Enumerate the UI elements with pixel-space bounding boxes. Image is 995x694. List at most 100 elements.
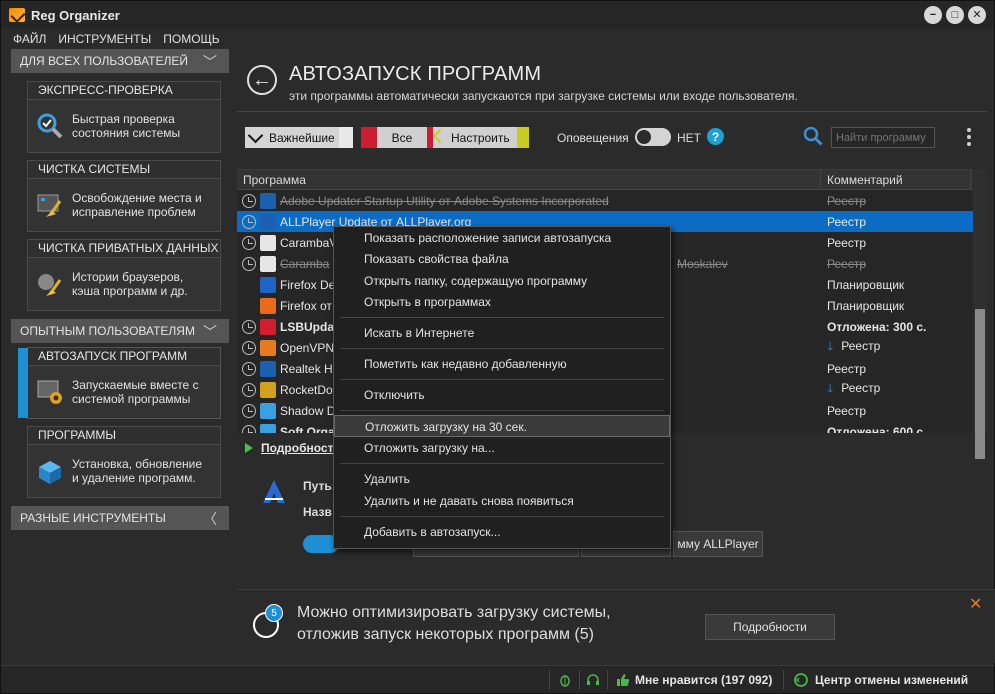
column-comment[interactable]: Комментарий	[821, 170, 971, 189]
comment-text: Реестр	[827, 214, 866, 229]
ctx-mark-recent[interactable]: Пометить как недавно добавленную	[334, 353, 670, 375]
comment-text: Отложена: 600 с.	[827, 424, 927, 434]
program-comment: Отложена: 300 с.	[827, 320, 926, 334]
sidebar-card-programs[interactable]: ПРОГРАММЫ Установка, обновление и удален…	[27, 426, 221, 498]
name-label: Назв	[303, 505, 332, 519]
clock-icon	[242, 340, 256, 355]
ctx-delete-permanently[interactable]: Удалить и не давать снова появиться	[334, 490, 670, 512]
filter-important-button[interactable]: Важнейшие	[245, 127, 353, 148]
notice-details-button[interactable]: Подробности	[705, 614, 835, 640]
ctx-delay-30[interactable]: Отложить загрузку на 30 сек.	[334, 415, 670, 437]
clock-icon	[242, 235, 256, 250]
table-row[interactable]: Adobe Updater Startup Utility от Adobe S…	[237, 190, 987, 211]
clock-icon	[242, 403, 256, 418]
filter-toolbar: Важнейшие Все Настроить Оповещения НЕТ ?	[245, 125, 985, 149]
program-icon	[260, 192, 276, 209]
menu-bar: ФАЙЛ ИНСТРУМЕНТЫ ПОМОЩЬ	[1, 29, 994, 49]
like-button[interactable]: Мне нравится (197 092)	[615, 672, 772, 688]
ctx-show-autorun-location[interactable]: Показать расположение записи автозапуска	[334, 227, 670, 249]
notifications-state: НЕТ	[677, 131, 701, 145]
ctx-open-in-programs[interactable]: Открыть в программах	[334, 291, 670, 313]
close-icon[interactable]: ✕	[969, 594, 982, 614]
column-program[interactable]: Программа	[237, 170, 821, 189]
card-desc-line1: Истории браузеров,	[72, 270, 184, 284]
section-expert-users[interactable]: ОПЫТНЫМ ПОЛЬЗОВАТЕЛЯМ ﹀	[11, 319, 229, 343]
clock-icon	[242, 382, 256, 397]
sidebar-card-express-check[interactable]: ЭКСПРЕСС-ПРОВЕРКА Быстрая проверка состо…	[27, 81, 221, 153]
section-expert-users-label: ОПЫТНЫМ ПОЛЬЗОВАТЕЛЯМ	[20, 324, 195, 338]
comment-text: Реестр	[841, 339, 881, 353]
card-title: АВТОЗАПУСК ПРОГРАММ	[28, 348, 220, 366]
program-icon	[260, 402, 276, 419]
sidebar-card-privacy-cleanup[interactable]: ЧИСТКА ПРИВАТНЫХ ДАННЫХ Истории браузеро…	[27, 239, 221, 311]
menu-file[interactable]: ФАЙЛ	[13, 32, 46, 46]
broom-icon	[36, 191, 64, 219]
maximize-button[interactable]: □	[946, 6, 964, 24]
count-badge: 5	[265, 604, 283, 622]
scroll-thumb[interactable]	[975, 309, 985, 459]
clock-icon	[242, 256, 256, 271]
program-name-tail: Moskalev	[677, 256, 728, 271]
notice-line1: Можно оптимизировать загрузку системы,	[297, 604, 611, 621]
ctx-separator	[340, 516, 664, 517]
details-tab[interactable]: Подробност	[245, 441, 333, 455]
table-scrollbar[interactable]	[973, 169, 987, 459]
comment-text: Планировщик	[827, 298, 905, 313]
clock-icon	[242, 424, 256, 433]
ctx-separator	[340, 317, 664, 318]
filter-all-button[interactable]: Все	[361, 127, 437, 148]
ctx-search-internet[interactable]: Искать в Интернете	[334, 322, 670, 344]
separator	[607, 670, 608, 690]
separator	[549, 670, 550, 690]
program-comment: Реестр	[827, 404, 866, 418]
package-icon	[36, 457, 64, 485]
ctx-open-folder[interactable]: Открыть папку, содержащую программу	[334, 270, 670, 292]
program-name: Adobe Updater Startup Utility от Adobe S…	[280, 193, 609, 208]
ctx-add-autorun[interactable]: Добавить в автозапуск...	[334, 521, 670, 543]
comment-text: Реестр	[827, 193, 866, 208]
ctx-show-file-properties[interactable]: Показать свойства файла	[334, 248, 670, 270]
program-comment: Реестр	[827, 362, 866, 376]
ctx-delete[interactable]: Удалить	[334, 468, 670, 490]
arrow-down-icon: 🡓	[827, 381, 834, 395]
sidebar-card-autorun[interactable]: АВТОЗАПУСК ПРОГРАММ Запускаемые вместе с…	[18, 347, 221, 419]
program-icon	[260, 213, 276, 230]
menu-tools[interactable]: ИНСТРУМЕНТЫ	[58, 32, 151, 46]
program-icon	[260, 423, 276, 433]
ctx-disable[interactable]: Отключить	[334, 384, 670, 406]
path-label: Путь:	[303, 479, 336, 493]
minimize-button[interactable]: −	[924, 6, 942, 24]
sidebar: ДЛЯ ВСЕХ ПОЛЬЗОВАТЕЛЕЙ ﹀ ЭКСПРЕСС-ПРОВЕР…	[11, 49, 229, 665]
program-icon	[260, 255, 276, 272]
support-headset-icon[interactable]	[585, 672, 601, 688]
close-button[interactable]: ✕	[968, 6, 986, 24]
sidebar-card-system-cleanup[interactable]: ЧИСТКА СИСТЕМЫ Освобождение места и испр…	[27, 160, 221, 232]
allplayer-program-button[interactable]: мму ALLPlayer	[673, 531, 763, 557]
comment-text: Планировщик	[827, 277, 905, 292]
ctx-separator	[340, 463, 664, 464]
search-icon[interactable]	[803, 126, 823, 146]
section-all-users[interactable]: ДЛЯ ВСЕХ ПОЛЬЗОВАТЕЛЕЙ ﹀	[11, 49, 229, 73]
status-bar: Мне нравится (197 092) Центр отмены изме…	[1, 665, 994, 693]
ctx-delay-custom[interactable]: Отложить загрузку на...	[334, 437, 670, 459]
card-desc-line2: и удаление программ.	[72, 471, 196, 485]
card-title: ПРОГРАММЫ	[28, 427, 220, 445]
section-misc-tools[interactable]: РАЗНЫЕ ИНСТРУМЕНТЫ 〈	[11, 506, 229, 530]
window-title: Reg Organizer	[31, 7, 120, 23]
undo-center-button[interactable]: Центр отмены изменений	[793, 672, 968, 688]
main-window: Reg Organizer − □ ✕ ФАЙЛ ИНСТРУМЕНТЫ ПОМ…	[0, 0, 995, 694]
notifications-label: Оповещения	[557, 131, 629, 145]
search-input[interactable]	[831, 127, 935, 148]
title-bar[interactable]: Reg Organizer − □ ✕	[1, 1, 994, 29]
menu-help[interactable]: ПОМОЩЬ	[163, 32, 219, 46]
filter-configure-button[interactable]: Настроить	[432, 127, 529, 148]
notifications-toggle[interactable]	[635, 128, 671, 146]
card-desc-line2: системой программы	[72, 392, 191, 406]
more-options-icon[interactable]	[967, 128, 971, 146]
magnifier-check-icon	[36, 112, 64, 140]
filter-all-label: Все	[377, 127, 427, 148]
program-comment: Реестр	[827, 194, 866, 208]
bug-report-icon[interactable]	[557, 672, 573, 688]
help-icon[interactable]: ?	[707, 128, 724, 145]
back-button[interactable]: ←	[247, 65, 277, 95]
